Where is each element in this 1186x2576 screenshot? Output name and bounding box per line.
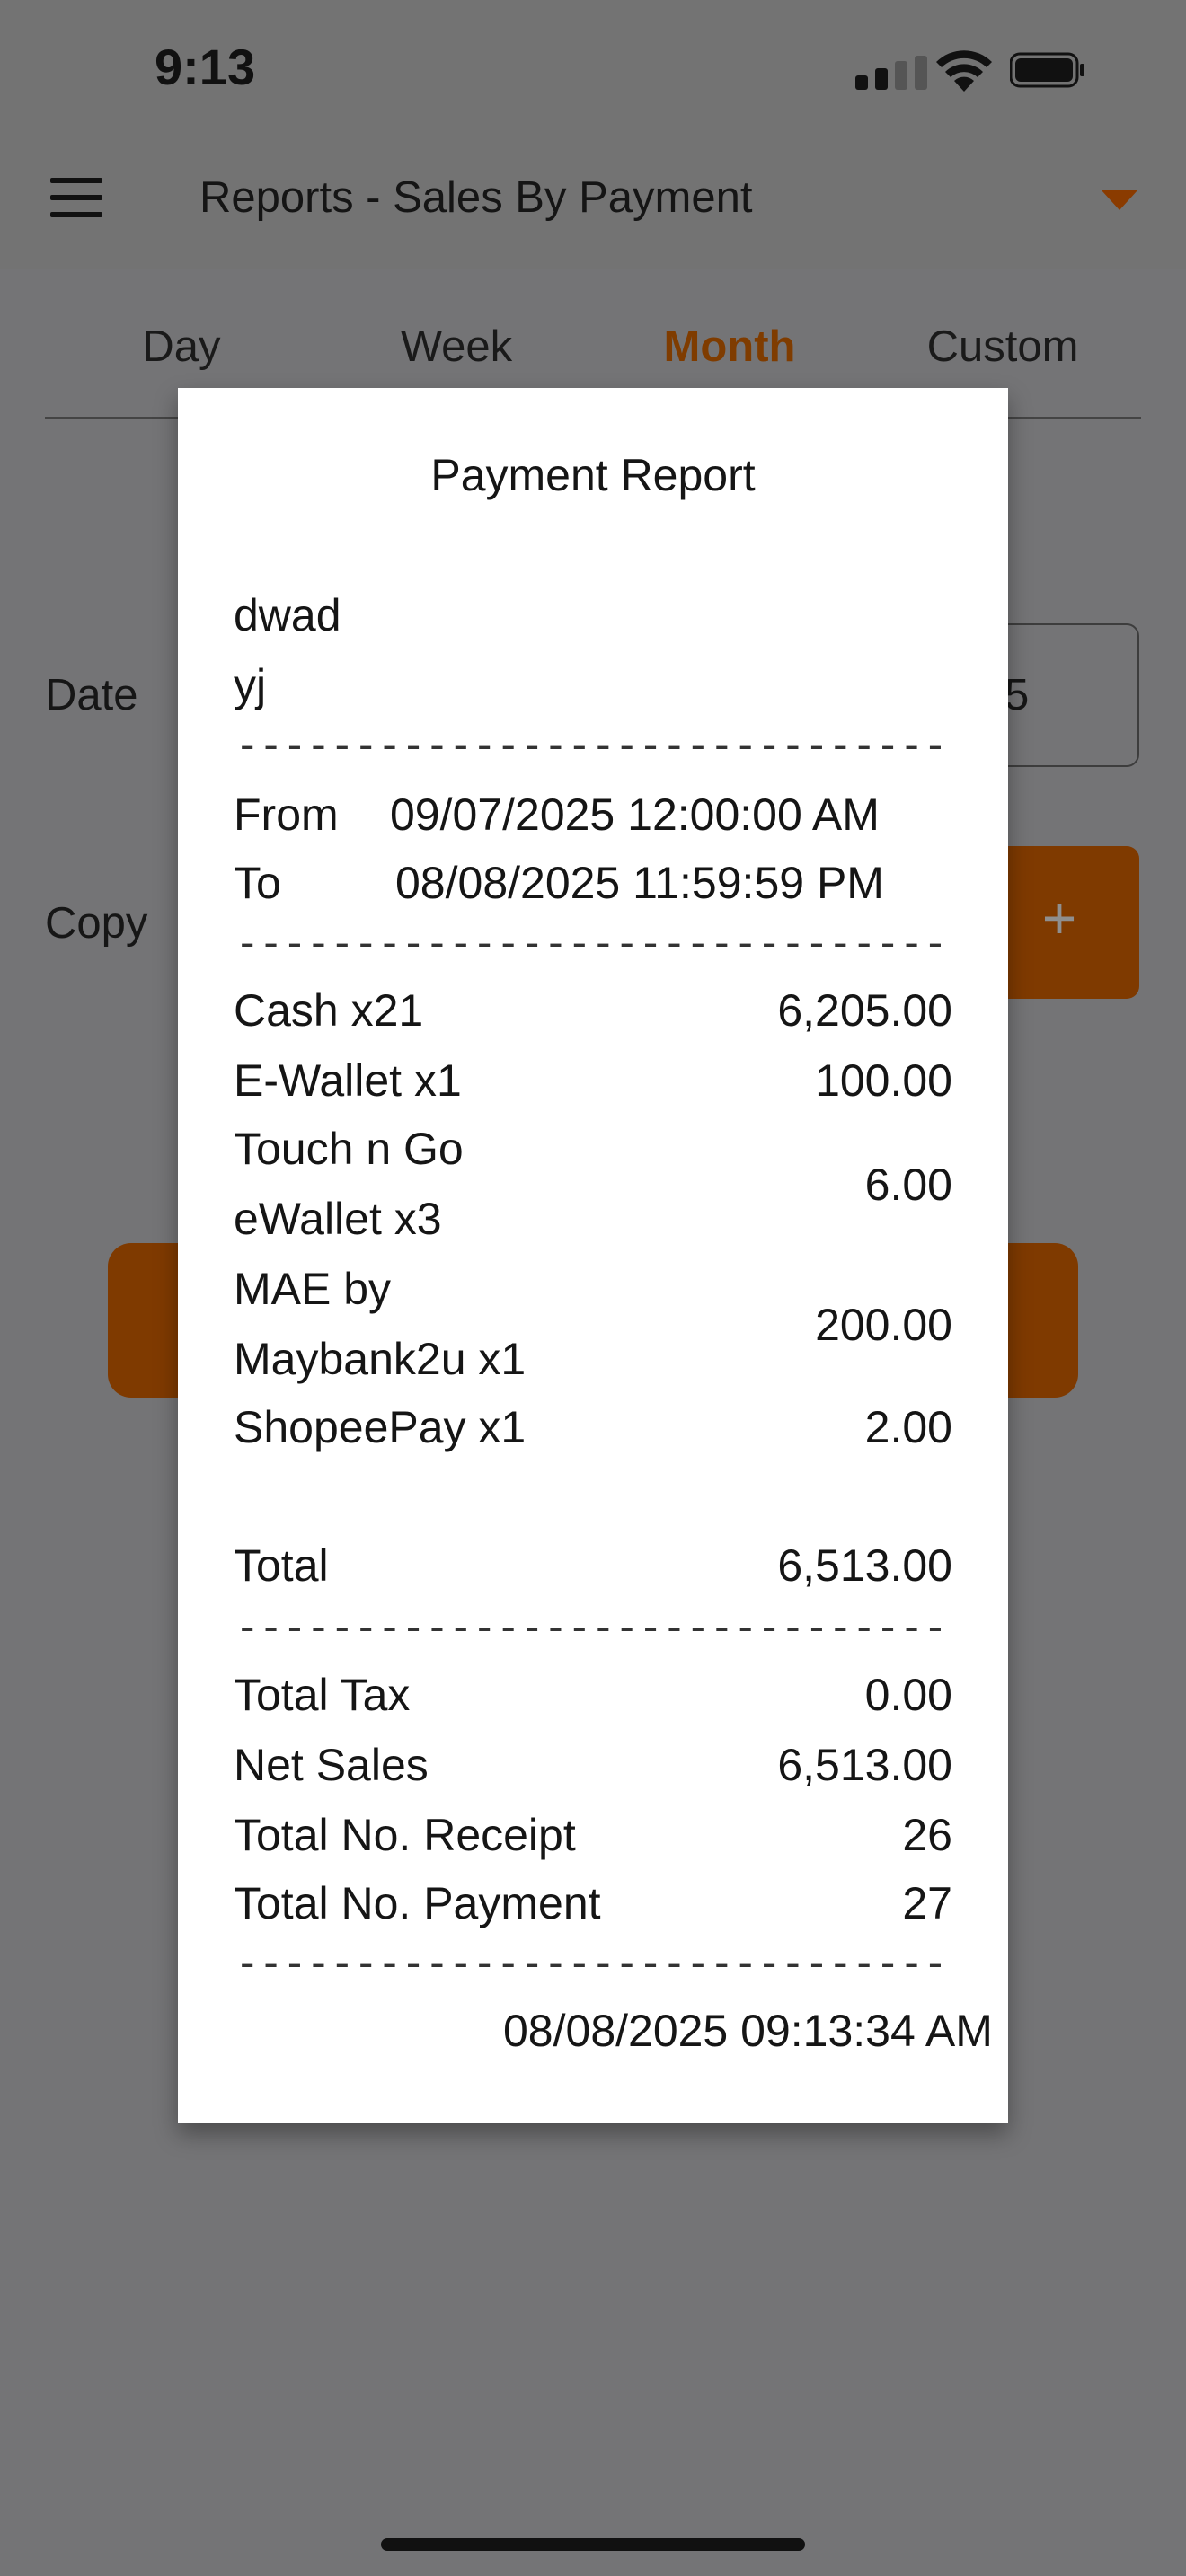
payment-amount: 6.00 [864,1160,952,1210]
net-sales-label: Net Sales [234,1740,429,1790]
total-tax-value: 0.00 [864,1670,952,1720]
payment-label: Cash x21 [234,985,424,1036]
payment-label: Touch n Go [234,1124,464,1174]
store-name-line1: dwad [234,590,341,640]
receipt-count-label: Total No. Receipt [234,1810,576,1860]
home-indicator[interactable] [381,2538,805,2551]
hamburger-menu-icon[interactable] [50,178,102,219]
payment-label-cont: eWallet x3 [234,1194,442,1244]
receipt-count-value: 26 [902,1810,952,1860]
to-label: To [234,858,281,908]
net-sales-value: 6,513.00 [777,1740,952,1790]
separator: ------------------------------------ [235,726,952,771]
total-tax-label: Total Tax [234,1670,411,1720]
payment-amount: 2.00 [864,1402,952,1452]
separator: ------------------------------------ [235,1944,952,1989]
report-title: Payment Report [430,450,756,500]
total-value: 6,513.00 [777,1540,952,1591]
date-label: Date [45,671,138,719]
payment-report-dialog [178,388,1008,2123]
from-value: 09/07/2025 12:00:00 AM [390,790,880,840]
date-field-value: 5 [1005,671,1030,719]
tab-month[interactable]: Month [604,322,855,372]
battery-icon [1010,52,1084,88]
payment-label: MAE by [234,1264,392,1314]
wifi-icon [936,50,992,92]
dropdown-caret-icon[interactable] [1102,190,1137,210]
payment-amount: 6,205.00 [777,985,952,1036]
status-time: 9:13 [155,39,256,95]
separator: ------------------------------------ [235,1608,952,1653]
payment-label-cont: Maybank2u x1 [234,1334,527,1384]
tab-week[interactable]: Week [331,322,582,372]
tab-day[interactable]: Day [56,322,307,372]
payment-count-label: Total No. Payment [234,1878,601,1928]
tab-custom[interactable]: Custom [877,322,1128,372]
payment-label: ShopeePay x1 [234,1402,527,1452]
store-name-line2: yj [234,660,267,710]
to-value: 08/08/2025 11:59:59 PM [395,858,884,908]
cellular-signal-icon [855,56,927,90]
printed-timestamp: 08/08/2025 09:13:34 AM [503,2006,993,2056]
payment-count-value: 27 [902,1878,952,1928]
total-label: Total [234,1540,329,1591]
payment-amount: 200.00 [815,1300,952,1350]
payment-amount: 100.00 [815,1055,952,1106]
payment-label: E-Wallet x1 [234,1055,462,1106]
separator: ------------------------------------ [235,923,952,968]
from-label: From [234,790,339,840]
copy-label: Copy [45,899,148,948]
page-title: Reports - Sales By Payment [199,173,753,222]
